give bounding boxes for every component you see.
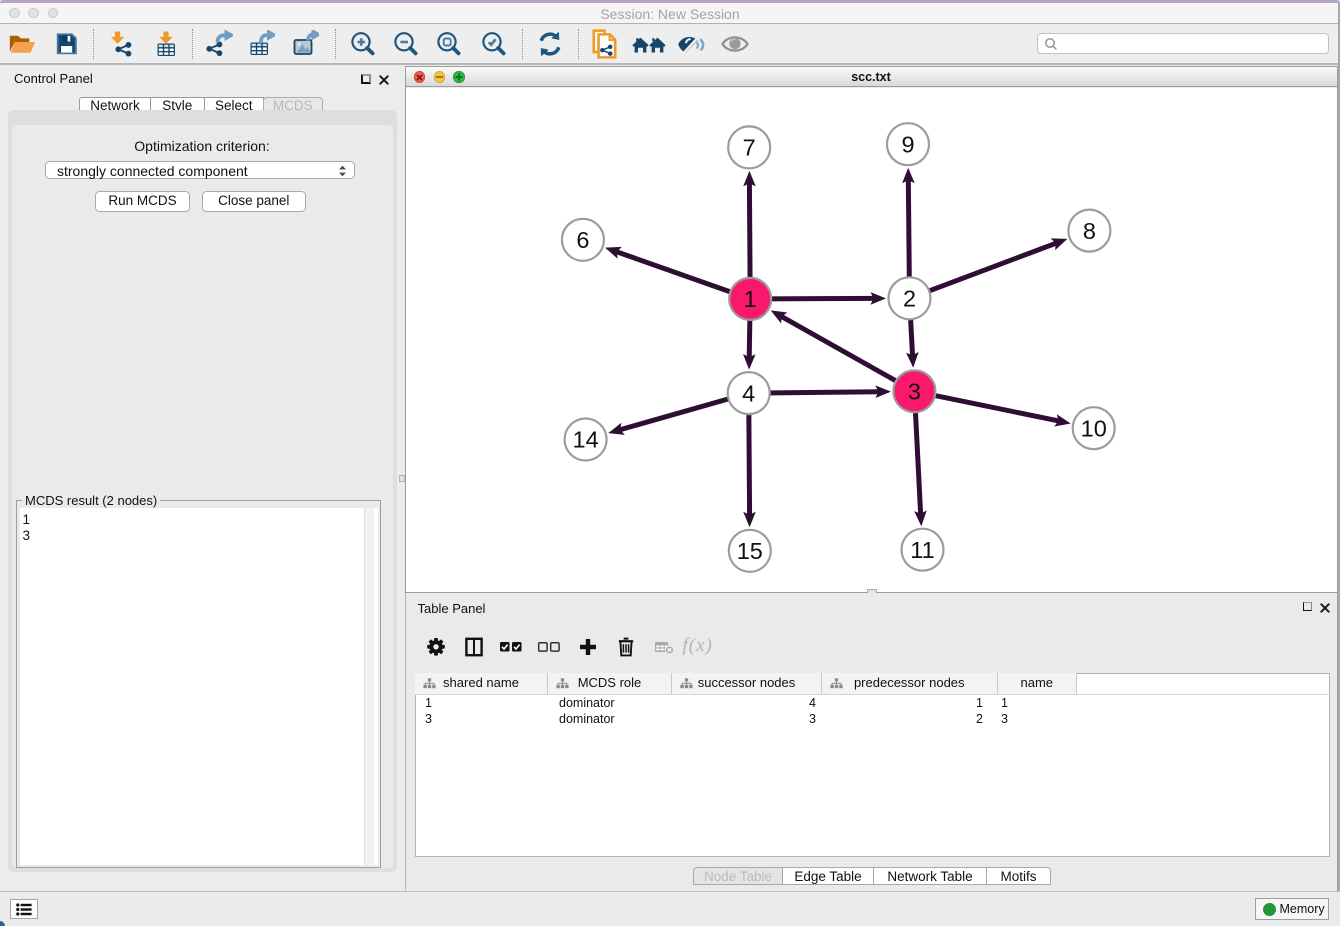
svg-text:7: 7 bbox=[743, 135, 756, 161]
svg-text:11: 11 bbox=[910, 537, 934, 563]
svg-text:8: 8 bbox=[1083, 218, 1096, 244]
svg-text:15: 15 bbox=[737, 538, 763, 564]
svg-text:10: 10 bbox=[1081, 415, 1107, 441]
svg-text:2: 2 bbox=[903, 286, 916, 312]
svg-text:3: 3 bbox=[908, 379, 921, 405]
svg-text:14: 14 bbox=[573, 427, 599, 453]
svg-text:6: 6 bbox=[576, 227, 589, 253]
svg-text:4: 4 bbox=[742, 380, 755, 406]
svg-text:9: 9 bbox=[901, 131, 914, 157]
svg-text:1: 1 bbox=[744, 286, 757, 312]
